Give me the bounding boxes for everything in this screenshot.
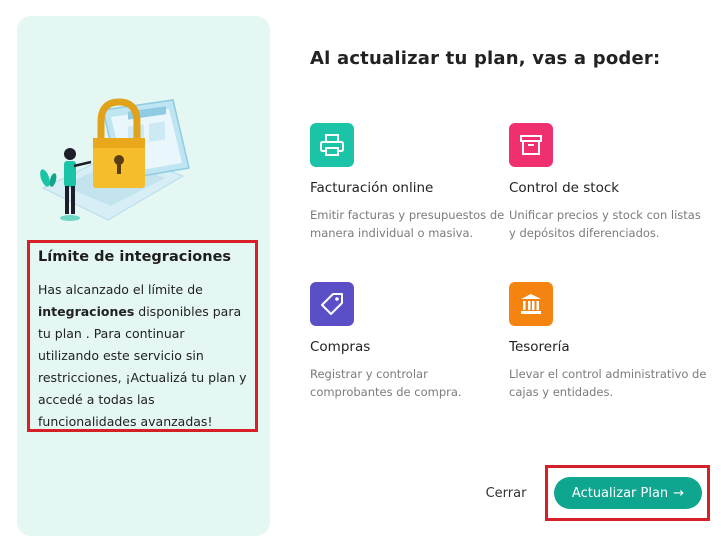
limit-title: Límite de integraciones [38, 249, 232, 265]
page-title: Al actualizar tu plan, vas a poder: [310, 48, 661, 69]
arrow-right-icon: → [673, 485, 685, 501]
tag-icon [310, 282, 354, 326]
feature-description: Unificar precios y stock con listas y de… [509, 208, 701, 240]
feature-title: Compras [310, 339, 371, 355]
feature-title: Control de stock [509, 180, 620, 196]
feature-description: Emitir facturas y presupuestos de manera… [310, 208, 505, 240]
limit-message-end: disponibles para tu plan . Para continua… [38, 304, 247, 429]
feature-treasury: Tesorería Llevar el control administrati… [509, 282, 709, 401]
locked-laptop-illustration [40, 98, 190, 221]
printer-icon [310, 123, 354, 167]
limit-message-start: Has alcanzado el límite de [38, 282, 203, 297]
feature-purchases: Compras Registrar y controlar comprobant… [310, 282, 510, 401]
upgrade-highlight: Actualizar Plan → [545, 465, 710, 521]
limit-message-bold: integraciones [38, 304, 135, 319]
integration-limit-notice: Límite de integraciones Has alcanzado el… [27, 240, 258, 432]
feature-stock: Control de stock Unificar precios y stoc… [509, 123, 709, 242]
cancel-button[interactable]: Cerrar [478, 482, 534, 504]
feature-invoicing: Facturación online Emitir facturas y pre… [310, 123, 510, 242]
box-icon [509, 123, 553, 167]
upgrade-plan-label: Actualizar Plan [571, 485, 669, 501]
feature-title: Facturación online [310, 180, 434, 196]
upgrade-plan-button[interactable]: Actualizar Plan → [554, 477, 702, 509]
feature-title: Tesorería [509, 339, 570, 355]
bank-icon [509, 282, 553, 326]
feature-description: Registrar y controlar comprobantes de co… [310, 367, 462, 399]
limit-message: Has alcanzado el límite de integraciones… [38, 279, 247, 433]
feature-description: Llevar el control administrativo de caja… [509, 367, 707, 399]
